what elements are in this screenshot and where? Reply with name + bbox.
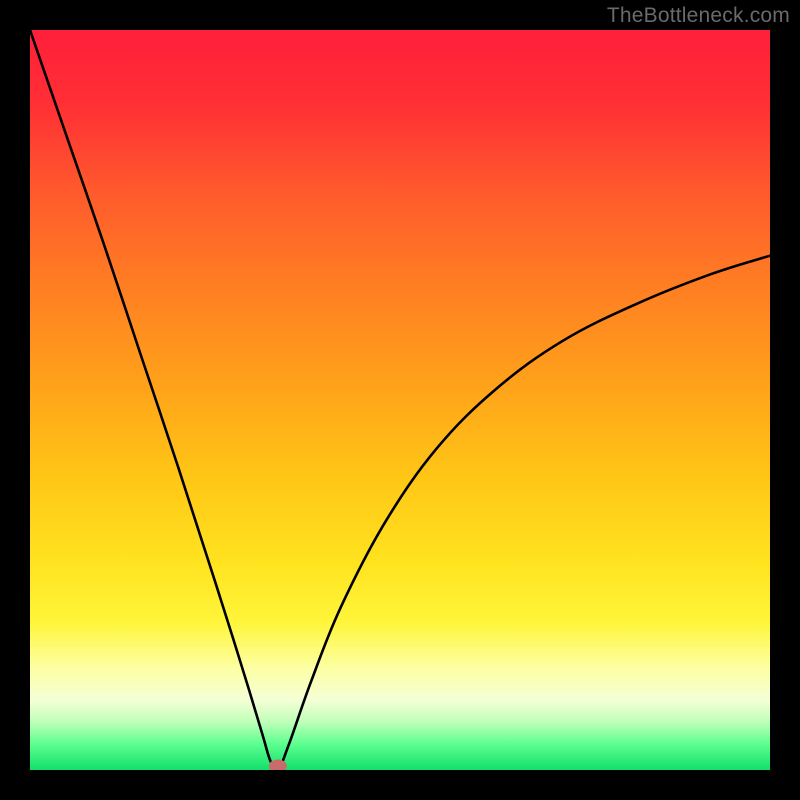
gradient-background [30,30,770,770]
plot-area [30,30,770,770]
chart-stage: TheBottleneck.com [0,0,800,800]
bottleneck-chart [30,30,770,770]
watermark-text: TheBottleneck.com [607,4,790,28]
